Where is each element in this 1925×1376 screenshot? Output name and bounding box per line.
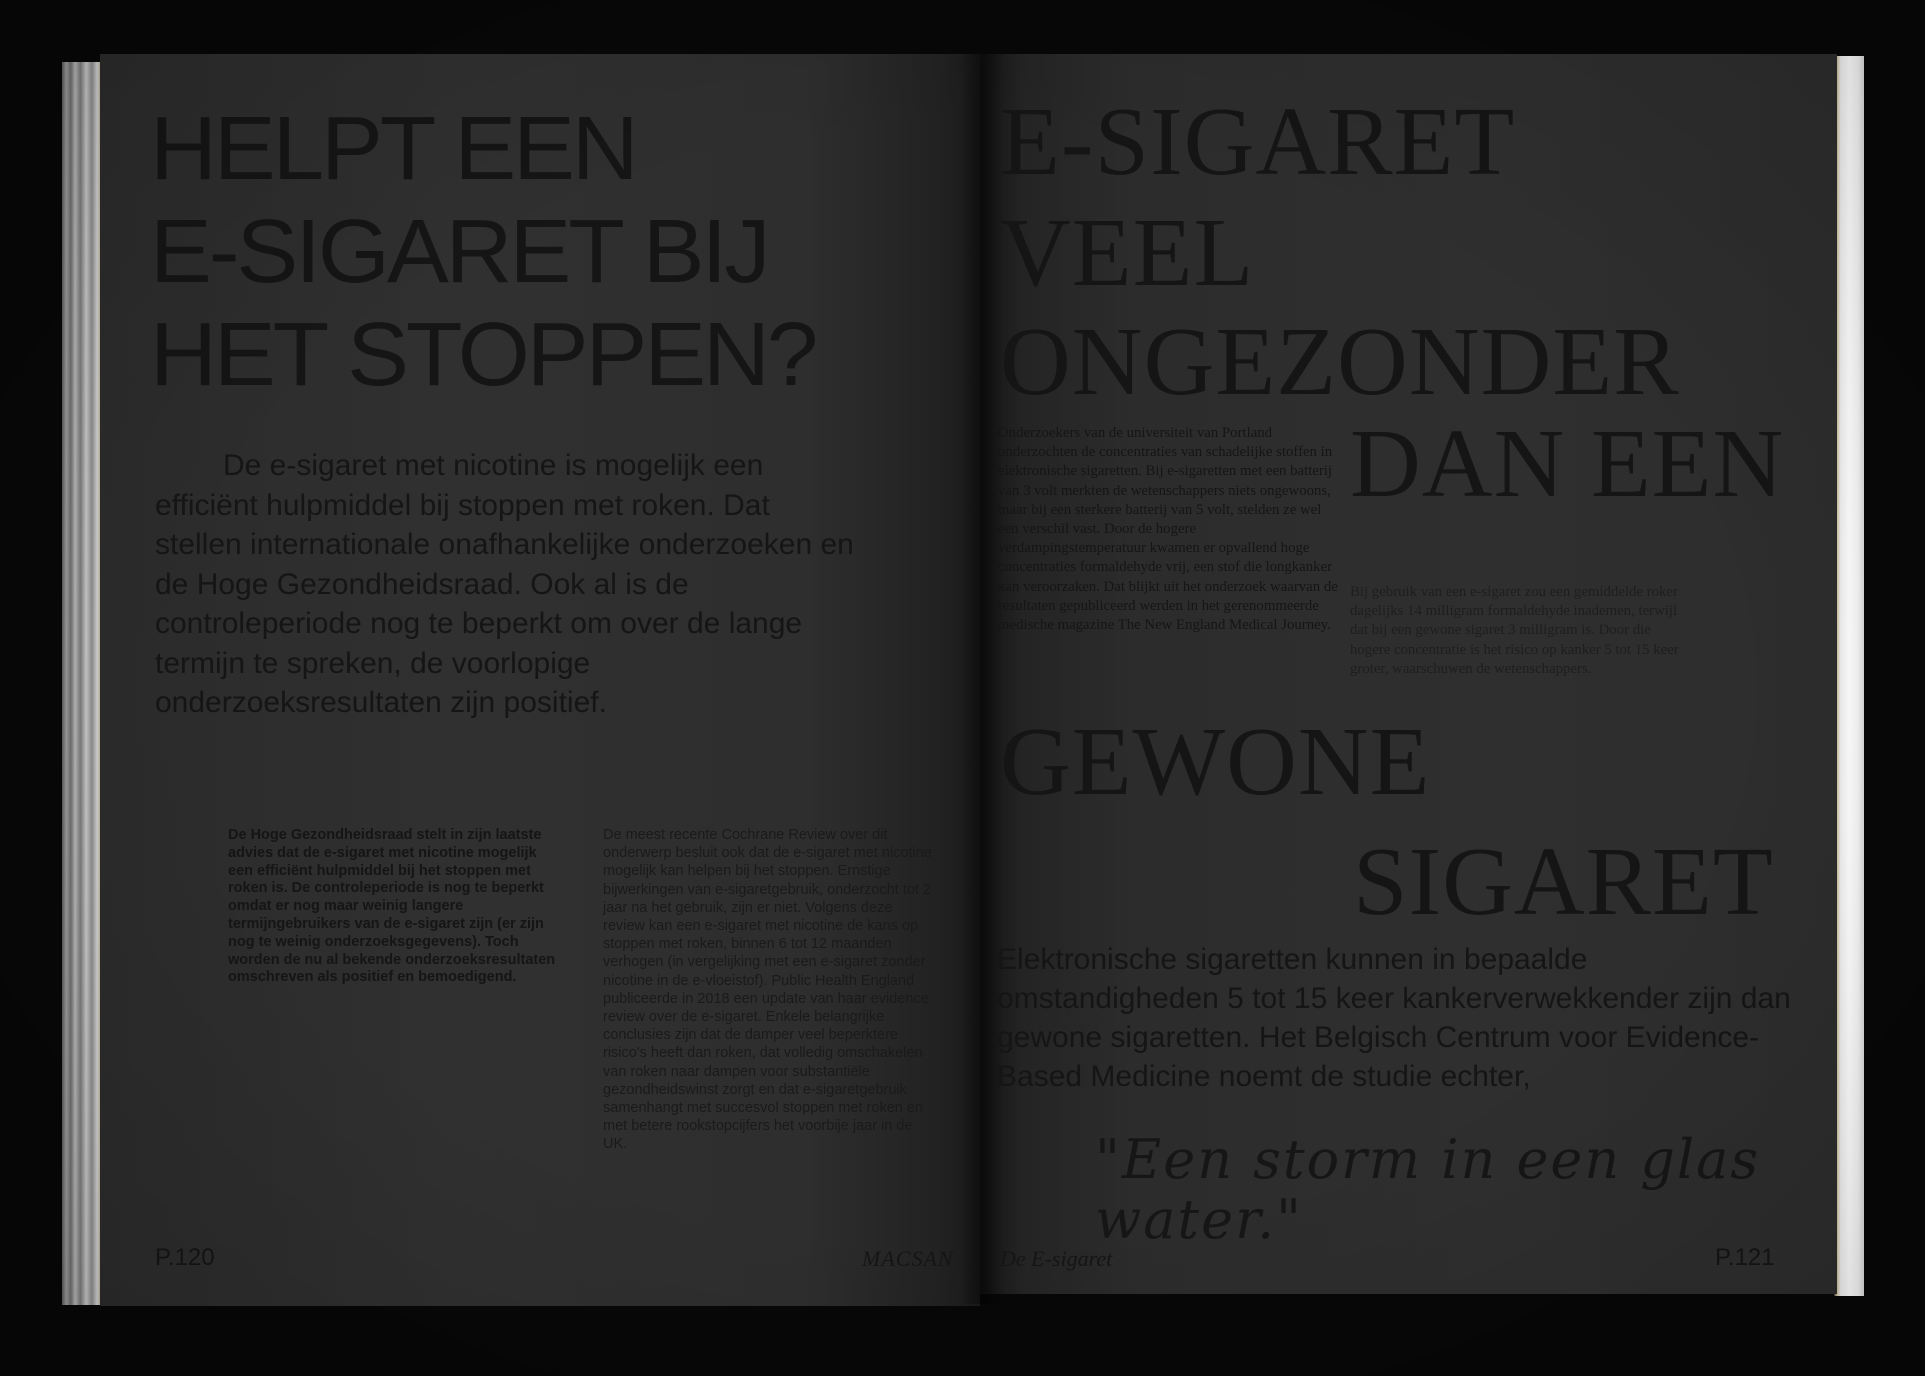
left-intro-paragraph: De e-sigaret met nicotine is mogelijk ee… xyxy=(155,446,855,723)
headline-line-5: GEWONE xyxy=(1000,708,1431,816)
right-lead-paragraph: Elektronische sigaretten kunnen in bepaa… xyxy=(997,943,1791,1093)
page-number-left: P.120 xyxy=(155,1244,215,1271)
left-column-2: De meest recente Cochrane Review over di… xyxy=(603,827,932,1153)
title-line-2: E-SIGARET BIJ xyxy=(150,202,771,302)
book-gutter xyxy=(960,54,1004,1304)
running-head-left: MACSAN xyxy=(862,1246,954,1271)
pull-quote: "Een storm in een glas water." xyxy=(1095,1128,1761,1251)
page-number-right: P.121 xyxy=(1715,1244,1775,1271)
intro-text: De e-sigaret met nicotine is mogelijk ee… xyxy=(155,449,854,719)
right-page-edges xyxy=(1834,56,1864,1296)
left-page-title: HELPT EEN E-SIGARET BIJ HET STOPPEN? xyxy=(150,98,933,407)
right-column-2: Bij gebruik van een e-sigaret zou een ge… xyxy=(1350,584,1679,677)
title-line-1: HELPT EEN xyxy=(150,99,639,199)
headline-line-4: DAN EEN xyxy=(1350,410,1785,518)
right-column-1: Onderzoekers van de universiteit van Por… xyxy=(998,425,1338,634)
headline-line-2: VEEL xyxy=(1000,199,1255,307)
intro-indent xyxy=(155,449,223,482)
left-column-1: De Hoge Gezondheidsraad stelt in zijn la… xyxy=(228,827,556,986)
title-line-3: HET STOPPEN? xyxy=(150,305,818,405)
headline-line-3: ONGEZONDER xyxy=(1000,308,1680,416)
running-head-right: De E-sigaret xyxy=(1000,1246,1113,1271)
magazine-spread: HELPT EEN E-SIGARET BIJ HET STOPPEN? De … xyxy=(0,0,1925,1376)
headline-line-6: SIGARET xyxy=(1353,828,1774,936)
headline-line-1: E-SIGARET xyxy=(1000,88,1516,196)
